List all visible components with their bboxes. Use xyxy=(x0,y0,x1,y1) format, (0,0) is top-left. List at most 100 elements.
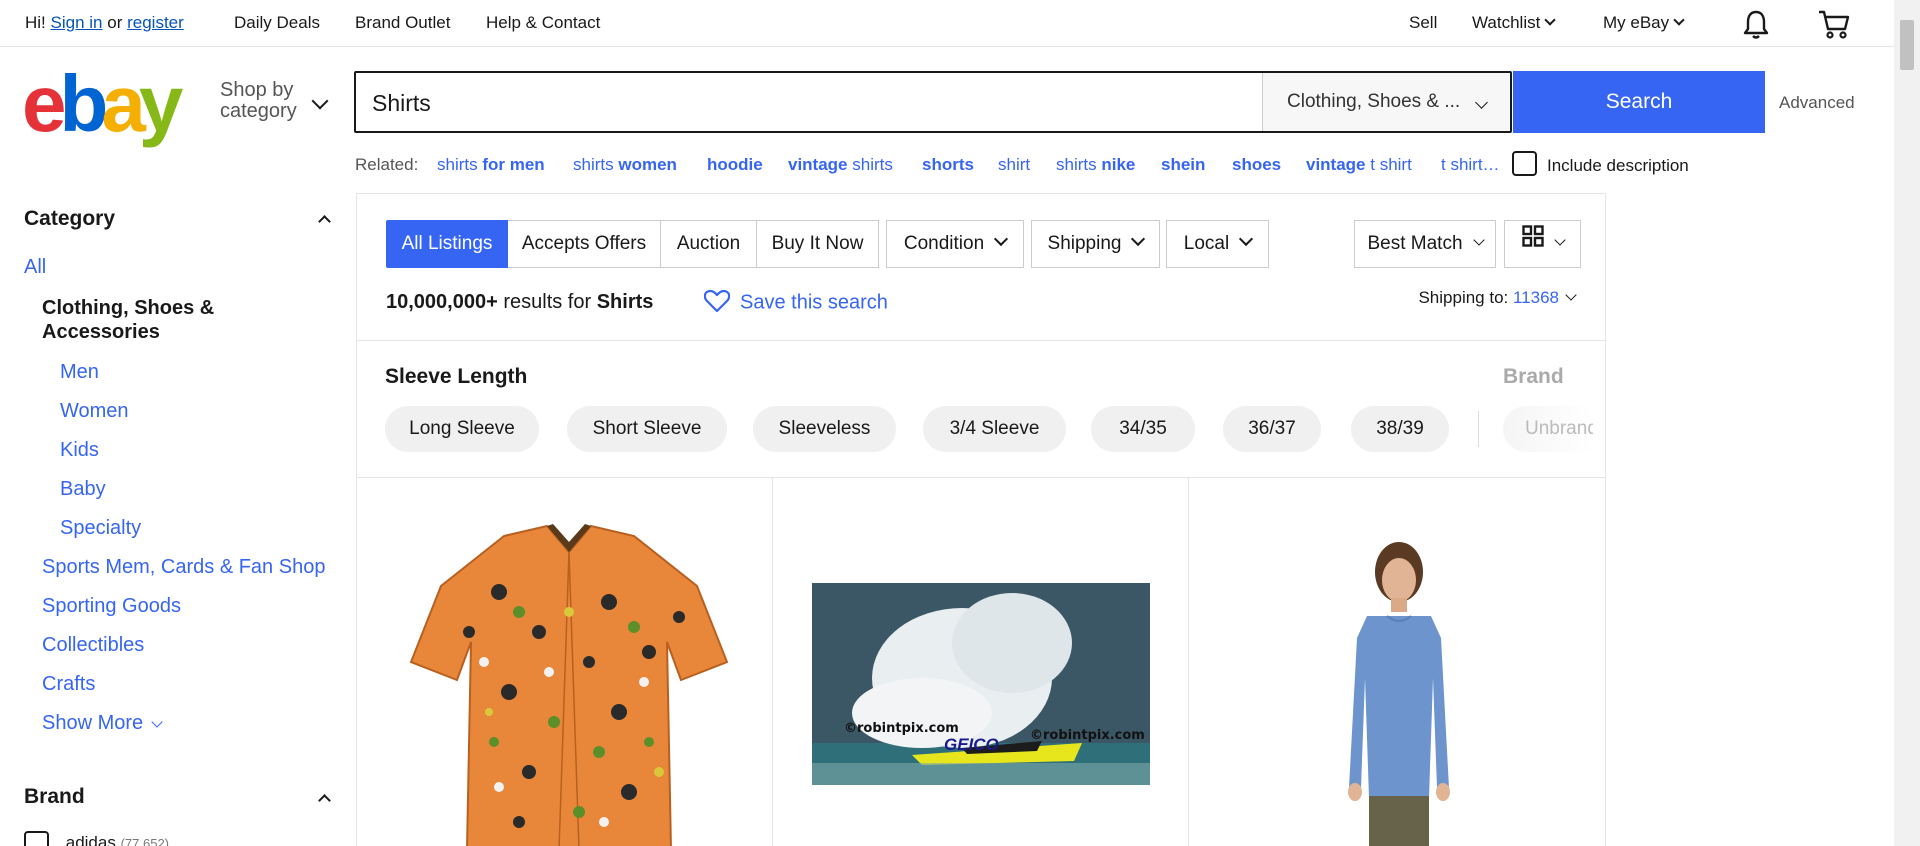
brand-outlet-link[interactable]: Brand Outlet xyxy=(355,13,450,33)
category-heading: Category xyxy=(24,207,116,230)
related-searches: Related: shirts for men shirts women hoo… xyxy=(355,155,1500,175)
related-link[interactable]: shein xyxy=(1161,155,1205,175)
related-link[interactable]: shirt xyxy=(998,155,1030,175)
related-link[interactable]: shirts for men xyxy=(437,155,545,175)
category-link[interactable]: Collectibles xyxy=(42,634,144,657)
chevron-up-icon[interactable] xyxy=(318,794,331,807)
chevron-down-icon xyxy=(1472,234,1485,246)
related-link[interactable]: shirts nike xyxy=(1056,155,1135,175)
bell-icon[interactable] xyxy=(1740,8,1772,45)
category-link[interactable]: Crafts xyxy=(42,673,95,696)
chip-short-sleeve[interactable]: Short Sleeve xyxy=(567,406,727,452)
advanced-search-link[interactable]: Advanced xyxy=(1779,93,1855,113)
related-link[interactable]: hoodie xyxy=(707,155,763,175)
sell-link[interactable]: Sell xyxy=(1409,13,1437,33)
chevron-down-icon xyxy=(1565,289,1577,301)
chip-unbranded[interactable]: Unbrand xyxy=(1503,406,1593,452)
tab-all-listings[interactable]: All Listings xyxy=(386,220,508,268)
related-label: Related: xyxy=(355,155,419,174)
greeting-text: Hi! Sign in or register xyxy=(25,13,184,32)
related-link[interactable]: shorts xyxy=(922,155,974,175)
search-button[interactable]: Search xyxy=(1513,71,1765,133)
subcategory-link[interactable]: Women xyxy=(60,400,129,423)
category-link[interactable]: Sports Mem, Cards & Fan Shop xyxy=(42,556,325,579)
product-card[interactable]: ©robintpix.com ©robintpix.com GEICO xyxy=(773,478,1189,846)
scrollbar-thumb[interactable] xyxy=(1900,20,1914,70)
chevron-down-icon xyxy=(1544,14,1556,26)
sign-in-link[interactable]: Sign in xyxy=(51,13,103,32)
tab-buy-it-now[interactable]: Buy It Now xyxy=(757,220,879,268)
checkbox-box[interactable] xyxy=(1512,151,1537,176)
help-contact-link[interactable]: Help & Contact xyxy=(486,13,600,33)
product-image-powerboat[interactable]: ©robintpix.com ©robintpix.com GEICO xyxy=(812,583,1150,785)
chip-sleeveless[interactable]: Sleeveless xyxy=(753,406,896,452)
chevron-down-icon xyxy=(1239,231,1254,247)
divider xyxy=(1478,411,1479,447)
chevron-down-icon xyxy=(1553,234,1566,246)
grid-view-icon xyxy=(1521,219,1544,265)
category-link[interactable]: Sporting Goods xyxy=(42,595,181,618)
category-select[interactable]: Clothing, Shoes & ... xyxy=(1262,73,1510,131)
chevron-down-icon xyxy=(151,716,163,728)
chip-34-35[interactable]: 34/35 xyxy=(1091,406,1195,452)
shop-by-category-button[interactable]: Shop by category xyxy=(220,80,297,122)
watermark-text: ©robintpix.com xyxy=(1030,728,1145,743)
subcategory-link[interactable]: Specialty xyxy=(60,517,141,540)
brand-option-adidas[interactable]: adidas (77,652) xyxy=(24,831,169,846)
chevron-down-icon xyxy=(1673,14,1685,26)
search-bar: Clothing, Shoes & ... xyxy=(354,71,1512,133)
view-toggle-dropdown[interactable] xyxy=(1504,220,1581,268)
chip-36-37[interactable]: 36/37 xyxy=(1223,406,1321,452)
save-search-button[interactable]: Save this search xyxy=(703,289,888,315)
related-link[interactable]: vintage t shirt xyxy=(1306,155,1412,175)
chevron-up-icon[interactable] xyxy=(318,215,331,228)
condition-dropdown[interactable]: Condition xyxy=(886,220,1024,268)
chevron-down-icon[interactable] xyxy=(311,92,329,110)
results-panel: All Listings Accepts Offers Auction Buy … xyxy=(356,193,1606,846)
current-category: Clothing, Shoes & Accessories xyxy=(42,297,215,343)
product-image-long-sleeve-shirt[interactable] xyxy=(1329,538,1469,846)
product-card[interactable] xyxy=(357,478,773,846)
product-card[interactable] xyxy=(1189,478,1605,846)
chip-long-sleeve[interactable]: Long Sleeve xyxy=(385,406,539,452)
register-link[interactable]: register xyxy=(127,13,184,32)
subcategory-link[interactable]: Baby xyxy=(60,478,106,501)
show-more-link[interactable]: Show More xyxy=(42,712,163,735)
results-count: 10,000,000+ results for Shirts xyxy=(386,291,654,313)
include-description-checkbox[interactable]: Include description xyxy=(1512,151,1689,179)
subcategory-link[interactable]: Kids xyxy=(60,439,99,462)
shipping-dropdown[interactable]: Shipping xyxy=(1031,220,1160,268)
brand-heading: Brand xyxy=(24,785,85,808)
page-scrollbar[interactable] xyxy=(1894,0,1920,846)
related-link[interactable]: vintage shirts xyxy=(788,155,893,175)
daily-deals-link[interactable]: Daily Deals xyxy=(234,13,320,33)
shipping-location[interactable]: Shipping to: 11368 xyxy=(1418,288,1577,308)
my-ebay-menu[interactable]: My eBay xyxy=(1603,13,1685,33)
chevron-down-icon xyxy=(1131,231,1146,247)
watermark-text: ©robintpix.com xyxy=(844,721,959,736)
local-dropdown[interactable]: Local xyxy=(1166,220,1269,268)
product-image-hawaiian-shirt[interactable] xyxy=(409,522,729,846)
checkbox-box[interactable] xyxy=(24,831,49,846)
related-link[interactable]: shoes xyxy=(1232,155,1281,175)
chip-38-39[interactable]: 38/39 xyxy=(1351,406,1449,452)
heart-icon xyxy=(703,289,740,313)
boat-brand-text: GEICO xyxy=(944,735,999,754)
sleeve-length-heading: Sleeve Length xyxy=(385,365,528,388)
category-all-link[interactable]: All xyxy=(24,256,46,279)
related-link[interactable]: t shirt… xyxy=(1441,155,1500,175)
tab-auction[interactable]: Auction xyxy=(661,220,757,268)
sort-dropdown[interactable]: Best Match xyxy=(1354,220,1496,268)
top-nav-bar: Hi! Sign in or register Daily Deals Bran… xyxy=(0,0,1894,47)
chevron-down-icon xyxy=(1475,96,1488,109)
brand-heading: Brand xyxy=(1503,365,1564,388)
subcategory-link[interactable]: Men xyxy=(60,361,99,384)
ebay-logo[interactable]: ebay xyxy=(22,64,183,144)
related-link[interactable]: shirts women xyxy=(573,155,677,175)
chip-three-quarter-sleeve[interactable]: 3/4 Sleeve xyxy=(923,406,1066,452)
watchlist-menu[interactable]: Watchlist xyxy=(1472,13,1556,33)
cart-icon[interactable] xyxy=(1817,8,1851,45)
divider xyxy=(357,340,1605,341)
tab-accepts-offers[interactable]: Accepts Offers xyxy=(508,220,661,268)
search-input[interactable] xyxy=(372,89,1252,117)
